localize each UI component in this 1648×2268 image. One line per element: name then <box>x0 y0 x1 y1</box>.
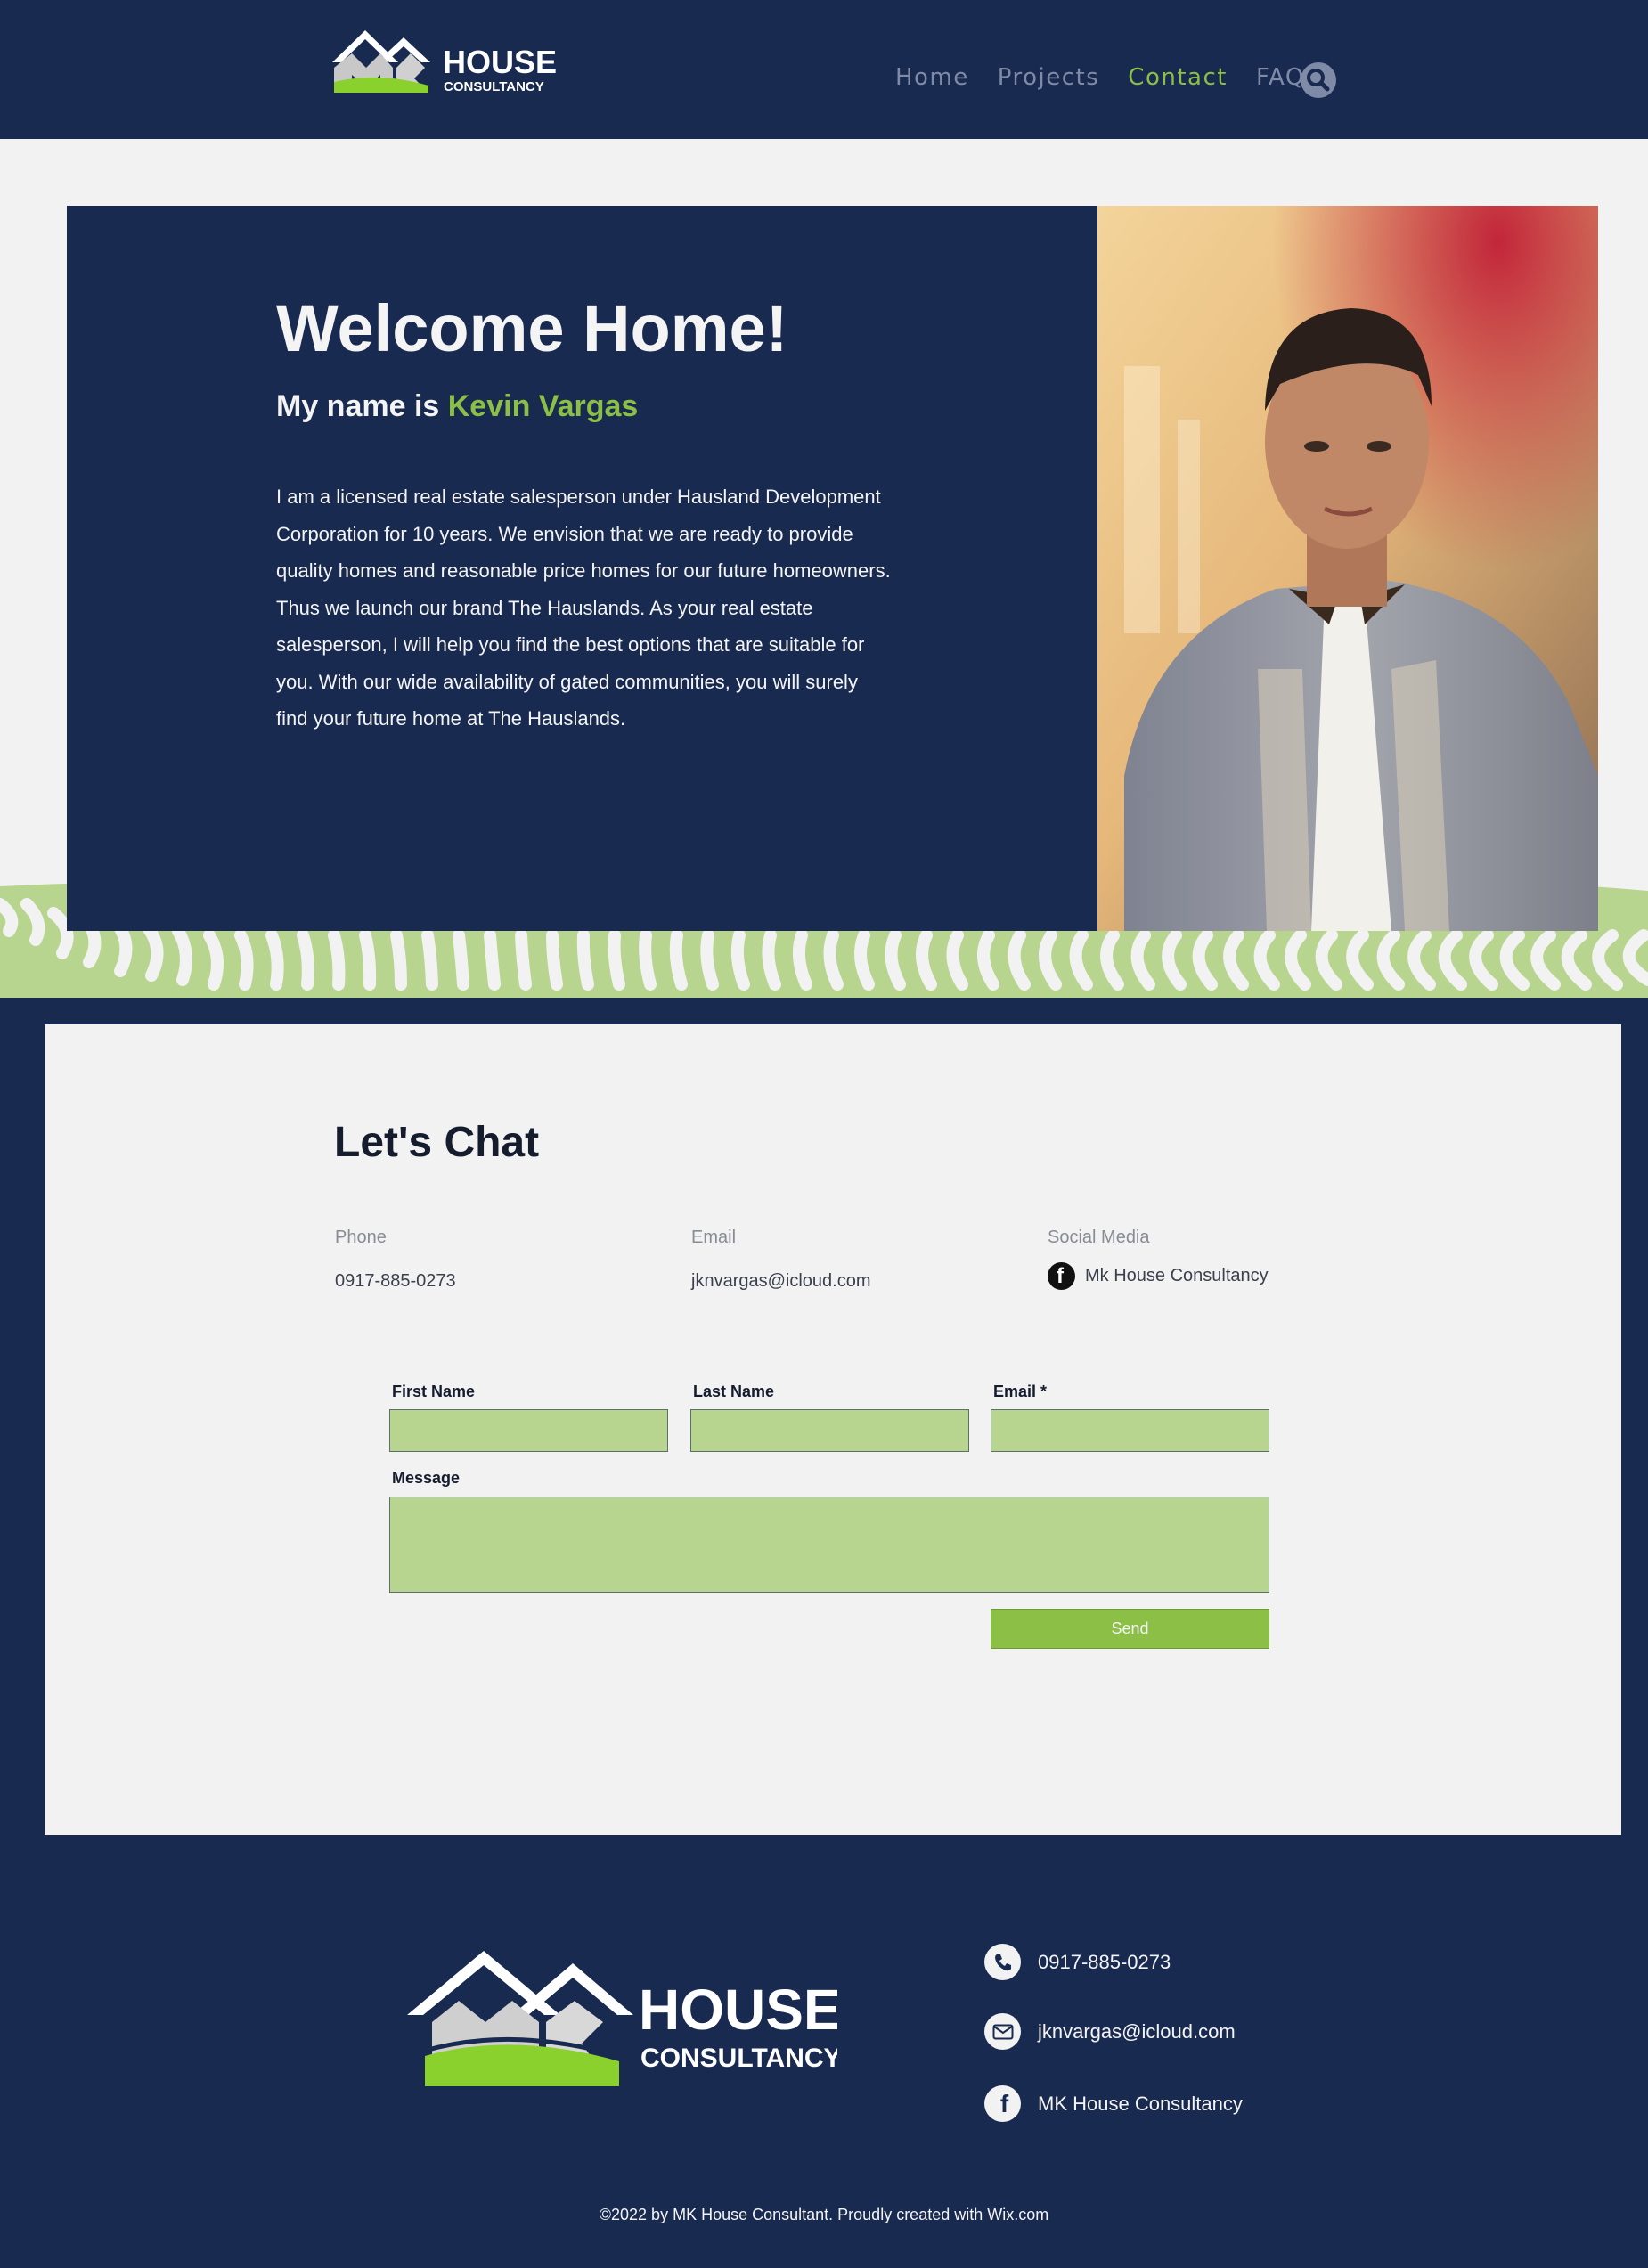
footer-facebook[interactable]: f MK House Consultancy <box>984 2085 1243 2122</box>
send-button[interactable]: Send <box>991 1609 1269 1649</box>
first-name-input[interactable] <box>389 1409 668 1452</box>
hero-subtitle: My name is Kevin Vargas <box>276 389 638 424</box>
nav-faq[interactable]: FAQ <box>1256 64 1305 91</box>
footer-email-text: jknvargas@icloud.com <box>1038 2019 1236 2043</box>
email-info: Email jknvargas@icloud.com <box>691 1228 871 1292</box>
main-nav: Home Projects Contact FAQ <box>895 64 1305 91</box>
copyright: ©2022 by MK House Consultant. Proudly cr… <box>0 2206 1648 2224</box>
email-field[interactable] <box>991 1409 1269 1452</box>
phone-value[interactable]: 0917-885-0273 <box>335 1271 456 1292</box>
facebook-icon: f <box>1048 1262 1075 1290</box>
footer-email[interactable]: jknvargas@icloud.com <box>984 2013 1236 2050</box>
mail-icon <box>984 2013 1021 2050</box>
hero-card: Welcome Home! My name is Kevin Vargas I … <box>67 206 1097 931</box>
last-name-input[interactable] <box>690 1409 969 1452</box>
contact-title: Let's Chat <box>334 1119 540 1166</box>
message-label: Message <box>392 1469 461 1487</box>
nav-projects[interactable]: Projects <box>998 64 1100 91</box>
phone-label: Phone <box>335 1228 387 1247</box>
copyright-text: ©2022 by MK House Consultant. Proudly cr… <box>599 2206 988 2223</box>
logo-text-top: HOUSE <box>443 44 557 80</box>
social-info: Social Media f Mk House Consultancy <box>1048 1228 1269 1290</box>
first-name-label: First Name <box>392 1383 476 1400</box>
hero-name: Kevin Vargas <box>447 389 639 423</box>
footer-facebook-text: MK House Consultancy <box>1038 2092 1243 2115</box>
email-field-label: Email * <box>993 1383 1048 1400</box>
footer-phone-text: 0917-885-0273 <box>1038 1950 1171 1973</box>
footer-logo-text-bottom: CONSULTANCY <box>640 2044 837 2073</box>
site-header: HOUSE CONSULTANCY Home Projects Contact … <box>0 0 1648 139</box>
footer-logo[interactable]: HOUSE CONSULTANCY <box>405 1951 837 2089</box>
phone-info: Phone 0917-885-0273 <box>335 1228 456 1292</box>
footer-phone[interactable]: 0917-885-0273 <box>984 1944 1171 1980</box>
contact-section: Let's Chat Phone 0917-885-0273 Email jkn… <box>45 1024 1621 1835</box>
wix-link[interactable]: Wix.com <box>987 2206 1048 2223</box>
site-logo[interactable]: HOUSE CONSULTANCY <box>325 27 557 105</box>
email-label: Email <box>691 1228 737 1247</box>
email-value[interactable]: jknvargas@icloud.com <box>691 1271 871 1292</box>
message-textarea[interactable] <box>389 1497 1269 1593</box>
profile-photo <box>1097 206 1598 931</box>
hero-subtitle-prefix: My name is <box>276 389 448 423</box>
footer-logo-text-top: HOUSE <box>639 1978 837 2042</box>
search-icon <box>1307 69 1330 92</box>
last-name-label: Last Name <box>693 1383 775 1400</box>
nav-contact[interactable]: Contact <box>1128 64 1228 91</box>
social-link[interactable]: f Mk House Consultancy <box>1048 1262 1269 1290</box>
phone-icon <box>984 1944 1021 1980</box>
search-button[interactable] <box>1301 62 1336 98</box>
logo-text-bottom: CONSULTANCY <box>444 79 544 94</box>
hero-title: Welcome Home! <box>276 291 788 365</box>
facebook-icon: f <box>984 2085 1021 2122</box>
nav-home[interactable]: Home <box>895 64 969 91</box>
hero-body: I am a licensed real estate salesperson … <box>276 485 891 730</box>
social-value: Mk House Consultancy <box>1085 1266 1269 1285</box>
social-label: Social Media <box>1048 1228 1150 1247</box>
